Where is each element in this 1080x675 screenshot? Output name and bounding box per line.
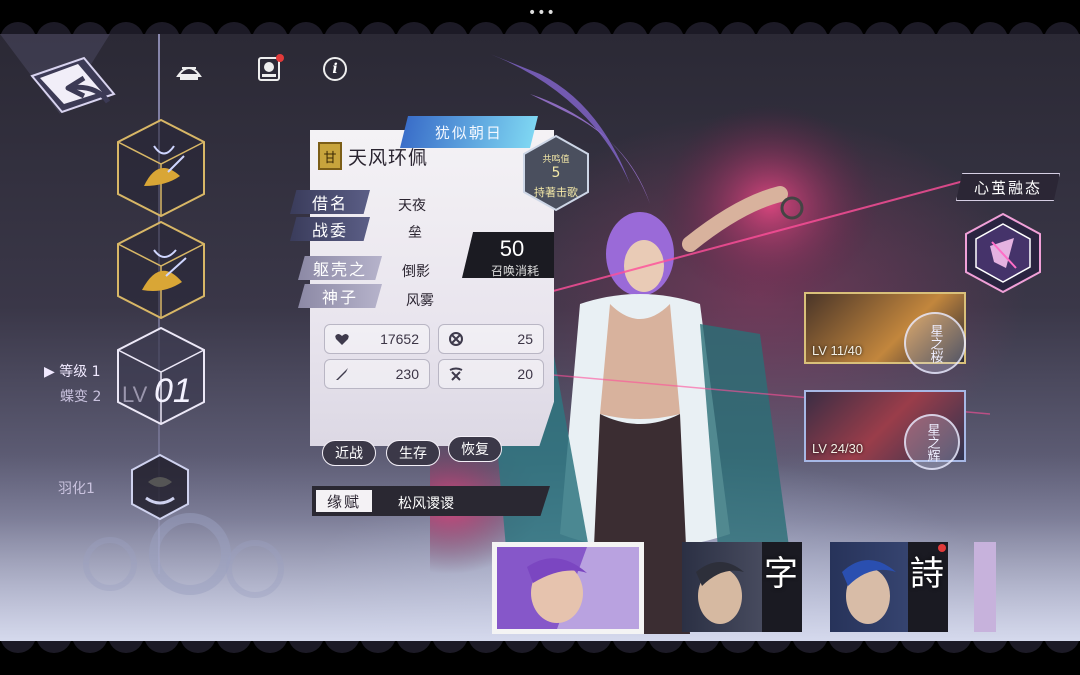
equip-2-level: LV 24/30 xyxy=(812,441,864,456)
sword-icon xyxy=(333,365,351,383)
alias-label: 借名 xyxy=(290,190,370,214)
character-name: 天风环佩 xyxy=(348,146,429,169)
heart-icon xyxy=(333,330,351,348)
portrait-2-glyph: 字 xyxy=(764,554,798,594)
portrait-3-notification-dot xyxy=(938,544,946,552)
tag-recovery[interactable]: 恢复 xyxy=(448,436,502,462)
portrait-selected-art xyxy=(497,547,639,629)
god-value: 风雾 xyxy=(406,293,434,309)
svg-text:01: 01 xyxy=(154,372,192,410)
crossed-swords-icon xyxy=(447,365,465,383)
top-system-bar: ••• xyxy=(0,0,1080,34)
summon-cost-value: 50 xyxy=(499,236,525,261)
bottom-scallop-border xyxy=(0,641,1080,675)
alias-value: 天夜 xyxy=(398,198,426,214)
tag-survival[interactable]: 生存 xyxy=(386,440,440,466)
shield-cross-icon xyxy=(447,330,465,348)
equip-1-level: LV 11/40 xyxy=(812,343,863,358)
warfare-value: 垒 xyxy=(408,225,422,241)
feather-label: 羽化1 xyxy=(58,481,95,497)
god-label: 神子 xyxy=(298,284,382,308)
back-button[interactable] xyxy=(26,50,126,130)
equip-1-seal[interactable]: 星之桜 xyxy=(904,312,966,374)
portrait-2[interactable]: 字 xyxy=(682,542,802,632)
stat-defense: 25 xyxy=(438,324,544,354)
info-button[interactable]: i xyxy=(320,54,350,84)
more-dots-icon[interactable]: ••• xyxy=(528,5,556,21)
fusion-title: 心茧融态 xyxy=(956,173,1060,201)
shell-label: 躯壳之 xyxy=(298,256,382,280)
rarity-emblem-icon: 甘 xyxy=(318,142,342,170)
butterfly-label: 蝶变 2 xyxy=(60,389,102,405)
info-icon: i xyxy=(323,57,347,81)
notification-dot xyxy=(276,54,284,62)
talent-label: 缘赋 xyxy=(316,490,372,512)
stat-hp-value: 17652 xyxy=(380,331,419,347)
stat-crit: 20 xyxy=(438,359,544,389)
stat-hp: 17652 xyxy=(324,324,430,354)
game-scene: i LV 01 ▶ 等级 1 蝶变 2 羽化1 犹似朝日 甘 天风环佩 共鸣值 … xyxy=(0,34,1080,641)
warfare-label: 战委 xyxy=(290,217,370,241)
shell-value: 倒影 xyxy=(402,264,430,280)
fusion-emblem-button[interactable] xyxy=(962,212,1044,294)
ribbon-text: 犹似朝日 xyxy=(434,123,503,142)
resonance-status: 持著击歌 xyxy=(534,186,578,199)
stat-attack-value: 230 xyxy=(395,366,419,382)
portrait-4-partial[interactable] xyxy=(974,542,996,632)
summon-cost-label: 召唤消耗 xyxy=(490,264,539,278)
equip-2-seal[interactable]: 星之辉 xyxy=(904,414,960,470)
card-title-row: 甘 天风环佩 xyxy=(318,142,428,170)
level-cube[interactable]: LV 01 xyxy=(114,324,208,428)
resonance-label: 共鸣值 xyxy=(542,155,570,165)
stat-crit-value: 20 xyxy=(517,366,533,382)
stat-defense-value: 25 xyxy=(517,331,533,347)
evolution-cube-2[interactable] xyxy=(114,218,208,322)
tag-melee[interactable]: 近战 xyxy=(322,440,376,466)
stat-attack: 230 xyxy=(324,359,430,389)
resonance-value: 5 xyxy=(551,165,561,181)
evolution-cube-1[interactable] xyxy=(114,116,208,220)
badge-icon[interactable] xyxy=(254,54,284,84)
castle-icon[interactable] xyxy=(174,54,204,84)
talent-value: 松风谡谡 xyxy=(398,496,454,512)
grade-value: 等级 1 xyxy=(59,364,101,380)
feather-cube[interactable] xyxy=(128,452,192,522)
cube-lv-text: LV xyxy=(122,382,148,407)
grade-label: ▶ 等级 1 xyxy=(44,364,101,380)
bottom-system-bar xyxy=(0,641,1080,675)
portrait-selected[interactable] xyxy=(492,542,644,634)
portrait-3[interactable]: 詩 xyxy=(830,542,948,632)
portrait-3-glyph: 詩 xyxy=(910,554,944,594)
